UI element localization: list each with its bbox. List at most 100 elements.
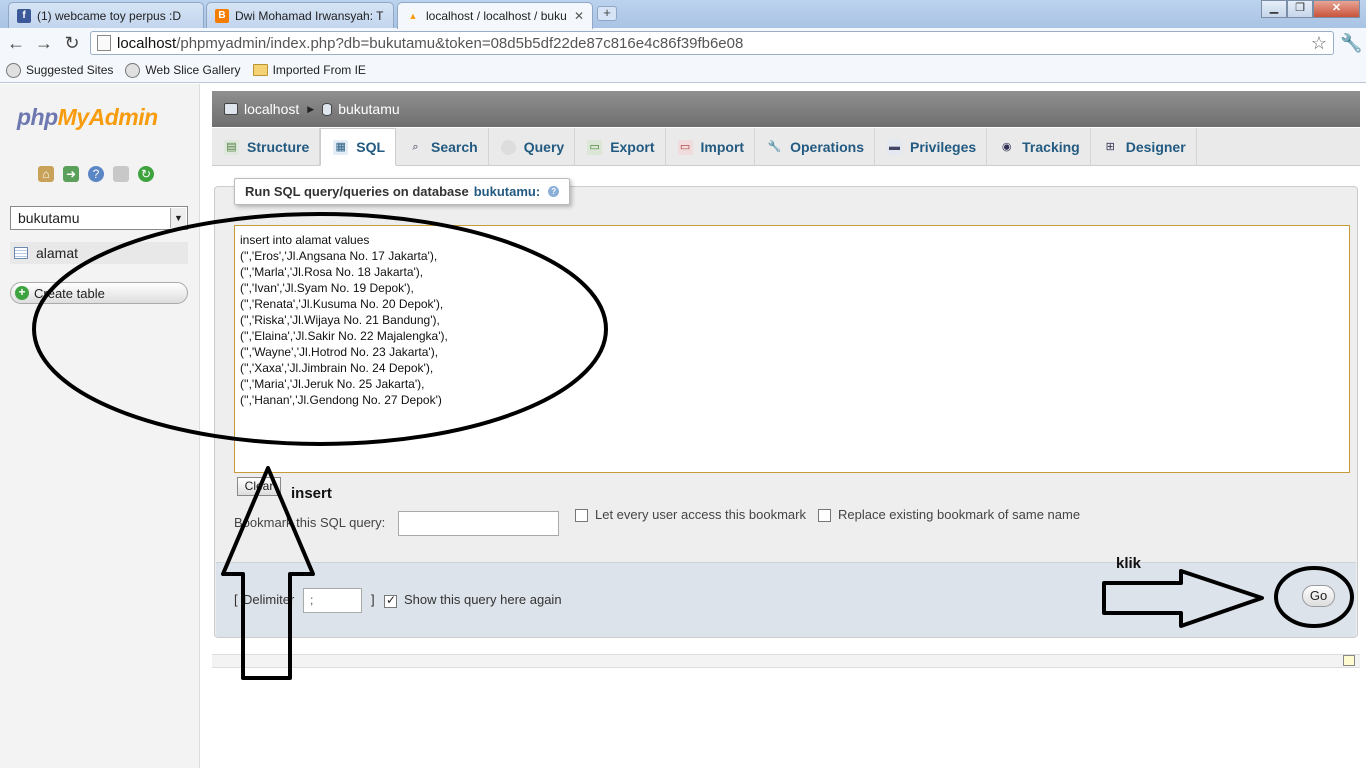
address-path: /phpmyadmin/index.php?db=bukutamu&token=… <box>176 34 744 52</box>
wrench-icon[interactable]: 🔧 <box>1340 33 1362 54</box>
back-icon[interactable]: ← <box>5 32 27 54</box>
browser-tab-facebook[interactable]: f (1) webcame toy perpus :D <box>8 2 204 28</box>
logout-icon[interactable]: ➜ <box>63 166 79 182</box>
tab-label: Export <box>610 139 655 155</box>
tab-label: Designer <box>1125 139 1186 155</box>
bookmark-web-slice-gallery[interactable]: Web Slice Gallery <box>125 62 241 78</box>
bookmark-suggested-sites[interactable]: Suggested Sites <box>6 62 113 78</box>
show-query-again-label: Show this query here again <box>404 592 562 607</box>
let-every-user-label: Let every user access this bookmark <box>595 507 806 522</box>
browser-tab-blogger[interactable]: B Dwi Mohamad Irwansyah: T <box>206 2 394 28</box>
bookmark-input[interactable] <box>398 511 559 536</box>
create-table-button[interactable]: + Create table <box>10 282 188 304</box>
table-icon <box>14 247 28 259</box>
designer-icon: ⊞ <box>1105 140 1115 153</box>
tab-operations[interactable]: 🔧 Operations <box>755 128 875 166</box>
tab-sql[interactable]: ▦ SQL <box>320 128 397 166</box>
tab-query[interactable]: Query <box>489 128 576 166</box>
operations-icon: 🔧 <box>767 140 782 153</box>
tab-label: SQL <box>356 139 386 155</box>
phpmyadmin-icon: ▲ <box>408 11 418 21</box>
tab-designer[interactable]: ⊞ Designer <box>1091 128 1197 166</box>
pma-sidebar: phpMyAdmin ⌂ ➜ ? ↻ bukutamu ▼ alamat + C… <box>0 84 200 768</box>
browser-tab-title: localhost / localhost / buku <box>426 9 567 23</box>
sidebar-item-alamat[interactable]: alamat <box>10 242 188 264</box>
bookmark-imported-from-ie[interactable]: Imported From IE <box>252 63 366 77</box>
bookmark-label: Bookmark this SQL query: <box>234 515 386 530</box>
tab-import[interactable]: ▭ Import <box>666 128 756 166</box>
import-icon: ▭ <box>677 139 693 155</box>
tab-label: Structure <box>247 139 310 155</box>
results-strip <box>212 654 1360 668</box>
tab-export[interactable]: ▭ Export <box>575 128 666 166</box>
star-icon[interactable]: ☆ <box>1311 33 1327 54</box>
page-icon <box>97 35 111 51</box>
legend-database-link[interactable]: bukutamu: <box>474 184 540 199</box>
breadcrumb-separator-icon: ▶ <box>307 103 315 114</box>
server-icon <box>224 103 238 115</box>
sql-query-textarea[interactable]: insert into alamat values ('','Eros','Jl… <box>234 225 1350 473</box>
database-icon <box>322 102 333 116</box>
delimiter-label: Delimiter <box>243 592 295 607</box>
new-tab-button[interactable]: + <box>597 6 617 21</box>
browser-tab-title: Dwi Mohamad Irwansyah: T <box>235 8 384 23</box>
breadcrumb-database-label: bukutamu <box>338 101 400 117</box>
address-bar[interactable]: localhost/phpmyadmin/index.php?db=bukuta… <box>90 31 1334 55</box>
go-button[interactable]: Go <box>1302 585 1335 607</box>
sidebar-item-label: alamat <box>36 245 79 261</box>
help-icon[interactable]: ? <box>548 186 560 197</box>
delimiter-input[interactable]: ; <box>303 588 362 613</box>
logo-php: php <box>17 104 58 130</box>
maximize-button[interactable]: ❐ <box>1287 0 1313 18</box>
database-select-value: bukutamu <box>18 210 80 226</box>
facebook-icon: f <box>17 8 31 23</box>
home-icon[interactable]: ⌂ <box>38 166 54 182</box>
breadcrumb-database[interactable]: bukutamu <box>322 101 400 117</box>
docs-icon[interactable] <box>113 166 129 182</box>
let-every-user-checkbox[interactable] <box>575 509 588 522</box>
chevron-down-icon: ▼ <box>170 208 186 228</box>
replace-existing-checkbox[interactable] <box>818 509 831 522</box>
legend-text: Run SQL query/queries on database <box>245 184 469 199</box>
database-select[interactable]: bukutamu ▼ <box>10 206 188 230</box>
pma-logo[interactable]: phpMyAdmin <box>17 104 158 131</box>
tab-label: Search <box>431 139 478 155</box>
address-host: localhost <box>117 34 177 52</box>
bookmarks-bar: Suggested Sites Web Slice Gallery Import… <box>0 58 1366 83</box>
browser-tabstrip: f (1) webcame toy perpus :D B Dwi Mohama… <box>0 0 1366 29</box>
note-icon[interactable] <box>1343 655 1355 666</box>
export-icon: ▭ <box>587 139 603 155</box>
plus-icon: + <box>15 286 29 300</box>
help-icon[interactable]: ? <box>88 166 104 182</box>
browser-toolbar: ← → ↻ localhost/phpmyadmin/index.php?db=… <box>0 28 1366 58</box>
sidebar-icon-row: ⌂ ➜ ? ↻ <box>38 166 154 182</box>
delimiter-open-bracket: [ <box>234 592 238 607</box>
show-query-again-checkbox[interactable] <box>384 593 397 608</box>
clear-button[interactable]: Clear <box>237 477 281 496</box>
blogger-icon: B <box>215 8 229 23</box>
pma-tab-bar: ▤ Structure ▦ SQL ⌕ Search Query ▭ Export ▭ I… <box>212 128 1360 166</box>
close-tab-icon[interactable]: ✕ <box>574 9 584 23</box>
minimize-button[interactable]: ▁ <box>1261 0 1287 18</box>
browser-tab-phpmyadmin[interactable]: ▲ localhost / localhost / buku ✕ <box>397 2 593 29</box>
tab-label: Import <box>700 139 745 155</box>
tab-structure[interactable]: ▤ Structure <box>212 128 321 166</box>
tab-search[interactable]: ⌕ Search <box>396 128 489 166</box>
query-icon <box>500 139 516 155</box>
folder-icon <box>252 64 268 76</box>
sql-fieldset-legend: Run SQL query/queries on database bukuta… <box>234 178 571 205</box>
browser-tab-title: (1) webcame toy perpus :D <box>37 8 182 23</box>
insert-annotation: insert <box>291 485 332 502</box>
close-window-button[interactable]: ✕ <box>1313 0 1360 18</box>
reload-icon[interactable]: ↻ <box>138 166 154 182</box>
breadcrumb-server[interactable]: localhost <box>224 101 299 117</box>
tab-tracking[interactable]: ◉ Tracking <box>987 128 1091 166</box>
forward-icon[interactable]: → <box>33 32 55 54</box>
bookmark-label: Web Slice Gallery <box>145 63 241 77</box>
bookmark-label: Imported From IE <box>272 63 366 77</box>
reload-icon[interactable]: ↻ <box>61 32 83 54</box>
tab-label: Query <box>523 139 565 155</box>
tab-privileges[interactable]: ▬ Privileges <box>875 128 988 166</box>
tab-label: Operations <box>790 139 864 155</box>
replace-existing-label: Replace existing bookmark of same name <box>838 507 1081 522</box>
